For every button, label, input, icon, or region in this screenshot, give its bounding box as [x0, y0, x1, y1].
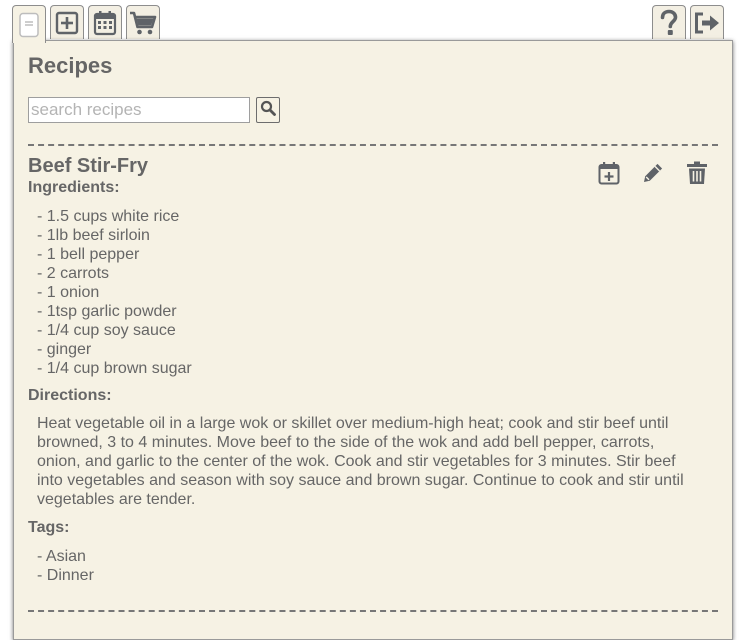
ingredient-item: - 1 bell pepper [37, 246, 140, 263]
ingredient-item: - 1 onion [37, 284, 100, 301]
help-icon [659, 9, 679, 37]
calendar-icon [93, 10, 117, 36]
ingredient-item: - 1/4 cup soy sauce [37, 322, 176, 339]
tags-list: - Asian - Dinner [37, 547, 94, 585]
divider [28, 144, 718, 146]
recipes-panel: Recipes Beef Stir-Fry [13, 40, 733, 640]
logout-icon [693, 11, 721, 35]
trash-icon [686, 161, 708, 190]
calendar-tab[interactable] [88, 5, 122, 39]
search-icon [260, 100, 276, 121]
directions-text: Heat vegetable oil in a large wok or ski… [37, 415, 684, 508]
search-input[interactable] [28, 97, 250, 123]
calendar-add-icon [598, 161, 620, 190]
recipes-tab[interactable] [12, 5, 46, 43]
edit-pencil-icon [641, 161, 665, 190]
add-recipe-tab[interactable] [50, 5, 84, 39]
help-button[interactable] [652, 5, 686, 39]
ingredient-item: - 1/4 cup brown sugar [37, 360, 192, 377]
divider [28, 610, 718, 612]
tag-item: - Asian [37, 548, 86, 565]
search-button[interactable] [256, 97, 280, 123]
shopping-cart-icon [129, 10, 157, 36]
edit-recipe-button[interactable] [640, 162, 666, 188]
tag-item: - Dinner [37, 567, 94, 584]
delete-recipe-button[interactable] [684, 161, 710, 190]
ingredients-list: - 1.5 cups white rice - 1lb beef sirloin… [37, 207, 192, 378]
recipes-icon [18, 12, 40, 38]
logout-button[interactable] [690, 5, 724, 39]
ingredient-item: - 2 carrots [37, 265, 110, 282]
page-title: Recipes [28, 53, 113, 78]
recipe-title: Beef Stir-Fry [28, 155, 149, 177]
shopping-cart-tab[interactable] [126, 5, 160, 39]
ingredients-label: Ingredients: [28, 179, 120, 196]
ingredient-item: - ginger [37, 341, 92, 358]
ingredient-item: - 1.5 cups white rice [37, 208, 180, 225]
ingredient-item: - 1lb beef sirloin [37, 227, 150, 244]
toolbar [0, 0, 751, 43]
ingredient-item: - 1tsp garlic powder [37, 303, 177, 320]
add-to-calendar-button[interactable] [596, 161, 622, 190]
directions-label: Directions: [28, 387, 112, 404]
add-recipe-icon [55, 11, 79, 35]
tags-label: Tags: [28, 519, 70, 536]
